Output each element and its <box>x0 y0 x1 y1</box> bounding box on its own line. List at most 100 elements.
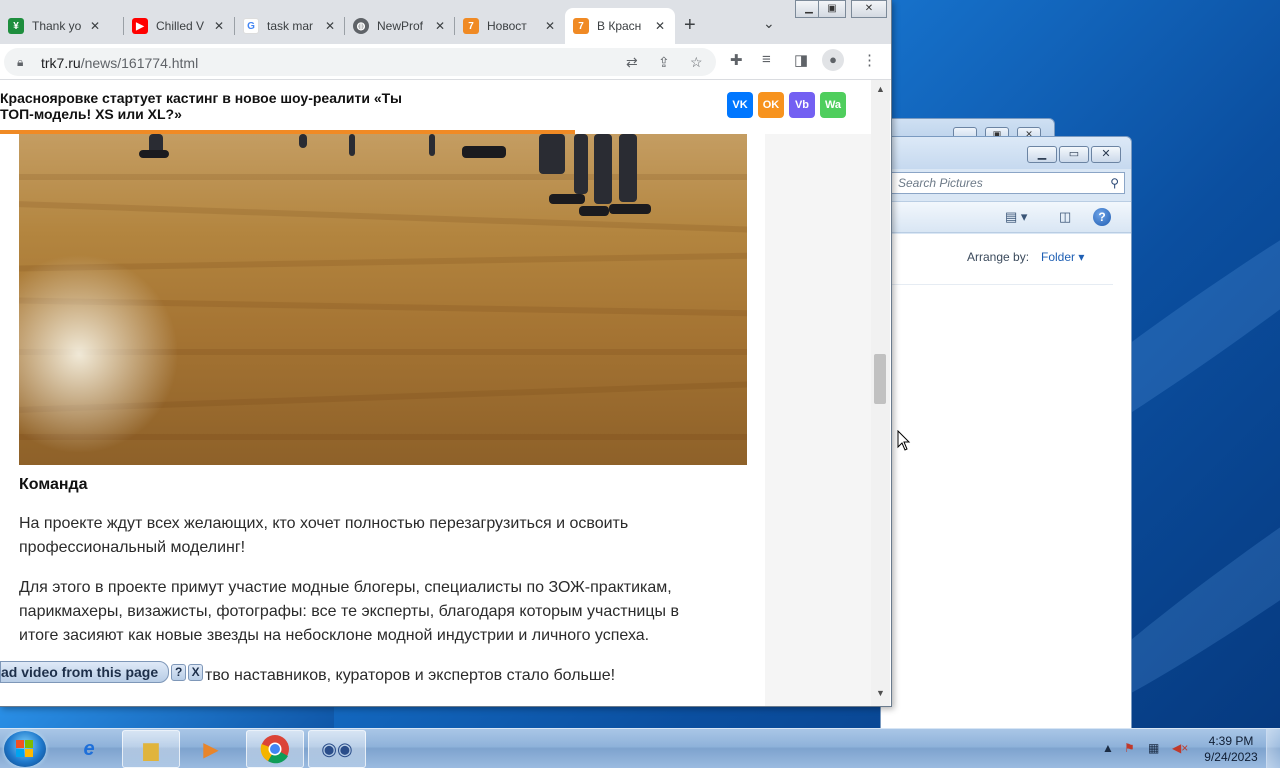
help-icon[interactable]: ? <box>1093 208 1111 226</box>
right-gutter <box>765 134 871 706</box>
section-title: Команда <box>19 476 88 493</box>
tab[interactable]: 7 Новост ✕ <box>455 8 565 44</box>
tab-title: Chilled V <box>156 19 205 33</box>
close-tab-icon[interactable]: ✕ <box>88 19 102 33</box>
arrange-by-dropdown[interactable]: Folder ▾ <box>1041 250 1084 264</box>
page-viewport[interactable]: Краснояровке стартует кастинг в новое шо… <box>0 80 871 706</box>
article-photo <box>19 134 747 465</box>
explorer-content: Arrange by: Folder ▾ <box>881 234 1131 729</box>
media-player-icon[interactable]: ▶ <box>182 730 240 768</box>
share-icon[interactable]: ⇪ <box>658 54 670 71</box>
url-text[interactable]: trk7.ru/news/161774.html <box>41 55 198 71</box>
bookmark-star-icon[interactable]: ☆ <box>690 54 703 71</box>
tab[interactable]: ¥ Thank yo ✕ <box>0 8 110 44</box>
tab[interactable]: G task mar ✕ <box>235 8 345 44</box>
arrange-by-value: Folder <box>1041 250 1076 264</box>
tab-title: NewProf <box>377 19 424 33</box>
maximize-button[interactable]: ▭ <box>1059 146 1089 163</box>
close-tab-icon[interactable]: ✕ <box>212 19 226 33</box>
view-options-icon[interactable]: ▤ ▾ <box>1005 209 1027 225</box>
show-desktop-button[interactable] <box>1266 729 1280 768</box>
explorer-toolbar: ▤ ▾ ◫ ? <box>881 201 1131 233</box>
profile-icon[interactable]: ● <box>822 49 844 71</box>
eyes-app-icon[interactable]: ◉◉ <box>308 730 366 768</box>
explorer-titlebar[interactable]: ▁ ▭ ✕ <box>881 137 1131 169</box>
file-explorer-icon[interactable]: ▆ <box>122 730 180 768</box>
tab-title: В Красн <box>597 19 642 33</box>
sticky-article-header: Краснояровке стартует кастинг в новое шо… <box>0 80 871 134</box>
translate-icon[interactable]: ⇄ <box>626 54 638 71</box>
vertical-scrollbar[interactable]: ▲ ▼ <box>871 80 890 706</box>
headline-line-1: Краснояровке стартует кастинг в новое шо… <box>0 90 402 106</box>
viber-icon: Vb <box>794 99 810 111</box>
start-button[interactable] <box>4 731 46 767</box>
close-button[interactable]: ✕ <box>1091 146 1121 163</box>
tab-search-icon[interactable]: ⌄ <box>763 15 775 32</box>
chrome-icon[interactable] <box>246 730 304 768</box>
close-tab-icon[interactable]: ✕ <box>543 19 557 33</box>
tab-title: task mar <box>267 19 314 33</box>
divider <box>889 284 1113 285</box>
close-tab-icon[interactable]: ✕ <box>433 19 447 33</box>
tab-title: Новост <box>487 19 527 33</box>
search-input[interactable]: Search Pictures ⚲ <box>891 172 1125 194</box>
chrome-window[interactable]: ¥ Thank yo ✕ ▶ Chilled V ✕ G task mar ✕ … <box>0 0 892 707</box>
help-icon[interactable]: ? <box>171 663 187 681</box>
media-control-icon[interactable]: ≡ <box>762 51 771 68</box>
preview-pane-icon[interactable]: ◫ <box>1059 209 1071 225</box>
action-center-icon[interactable]: ⚑ <box>1124 741 1135 755</box>
odnoklassniki-icon: OK <box>762 99 780 111</box>
trk7-icon: 7 <box>573 18 589 34</box>
reading-progress-bar <box>0 130 575 134</box>
minimize-button[interactable]: ▁ <box>1027 146 1057 163</box>
menu-icon[interactable]: ⋮ <box>862 51 877 69</box>
tab-active[interactable]: 7 В Красн ✕ <box>565 8 675 44</box>
url-domain: trk7.ru <box>41 55 81 71</box>
mouse-cursor-icon <box>897 430 911 451</box>
download-video-bar: ad video from this page ? X <box>0 661 204 683</box>
extensions-icon[interactable]: ✚ <box>730 51 743 69</box>
clock-time: 4:39 PM <box>1208 734 1254 748</box>
explorer-window[interactable]: ▁ ▭ ✕ Search Pictures ⚲ ▤ ▾ ◫ ? Arrange … <box>880 136 1132 729</box>
scroll-thumb[interactable] <box>874 354 886 404</box>
trk7-icon: 7 <box>463 18 479 34</box>
clock-date: 9/24/2023 <box>1204 750 1258 764</box>
maximize-button[interactable]: ▣ <box>818 0 846 18</box>
google-icon: G <box>243 18 259 34</box>
close-tab-icon[interactable]: ✕ <box>323 19 337 33</box>
viber-share-button[interactable]: Vb <box>789 92 815 118</box>
url-path: /news/161774.html <box>80 55 199 71</box>
vk-share-button[interactable]: VK <box>727 92 753 118</box>
lock-icon[interactable]: 🔒︎ <box>17 55 23 70</box>
window-controls: ▁ ▣ ✕ <box>795 0 887 18</box>
tab[interactable]: ◍ NewProf ✕ <box>345 8 455 44</box>
search-placeholder: Search Pictures <box>898 176 983 190</box>
address-bar[interactable]: 🔒︎ trk7.ru/news/161774.html ⇄ ⇪ ☆ <box>4 48 716 76</box>
ok-share-button[interactable]: OK <box>758 92 784 118</box>
scroll-down-icon[interactable]: ▼ <box>876 688 885 698</box>
arrange-by-label: Arrange by: <box>967 250 1030 264</box>
tab[interactable]: ▶ Chilled V ✕ <box>124 8 234 44</box>
clock[interactable]: 4:39 PM 9/24/2023 <box>1196 733 1266 765</box>
windows-logo-icon <box>16 740 34 758</box>
whatsapp-share-button[interactable]: Wa <box>820 92 846 118</box>
scroll-up-icon[interactable]: ▲ <box>876 84 885 94</box>
network-icon[interactable]: ▦ <box>1148 741 1159 755</box>
new-tab-icon[interactable]: + <box>684 14 696 37</box>
desktop-strip <box>0 707 334 728</box>
tab-title: Thank yo <box>32 19 82 33</box>
vk-icon: VK <box>732 99 748 111</box>
internet-explorer-icon[interactable]: e <box>60 730 118 768</box>
volume-muted-icon[interactable]: ◀× <box>1172 741 1188 755</box>
search-icon[interactable]: ⚲ <box>1110 176 1119 190</box>
close-button[interactable]: ✕ <box>851 0 887 18</box>
headline-line-2: ТОП-модель! XS или XL?» <box>0 106 182 122</box>
show-hidden-icons-icon[interactable]: ▲ <box>1102 741 1114 755</box>
globe-icon: ◍ <box>353 18 369 34</box>
paragraph: На проекте ждут всех желающих, кто хочет… <box>19 515 629 556</box>
close-icon[interactable]: X <box>188 663 204 681</box>
tab-strip: ¥ Thank yo ✕ ▶ Chilled V ✕ G task mar ✕ … <box>0 0 891 44</box>
close-tab-icon[interactable]: ✕ <box>653 19 667 33</box>
download-video-button[interactable]: ad video from this page <box>0 661 170 683</box>
side-panel-icon[interactable]: ◨ <box>794 51 808 69</box>
